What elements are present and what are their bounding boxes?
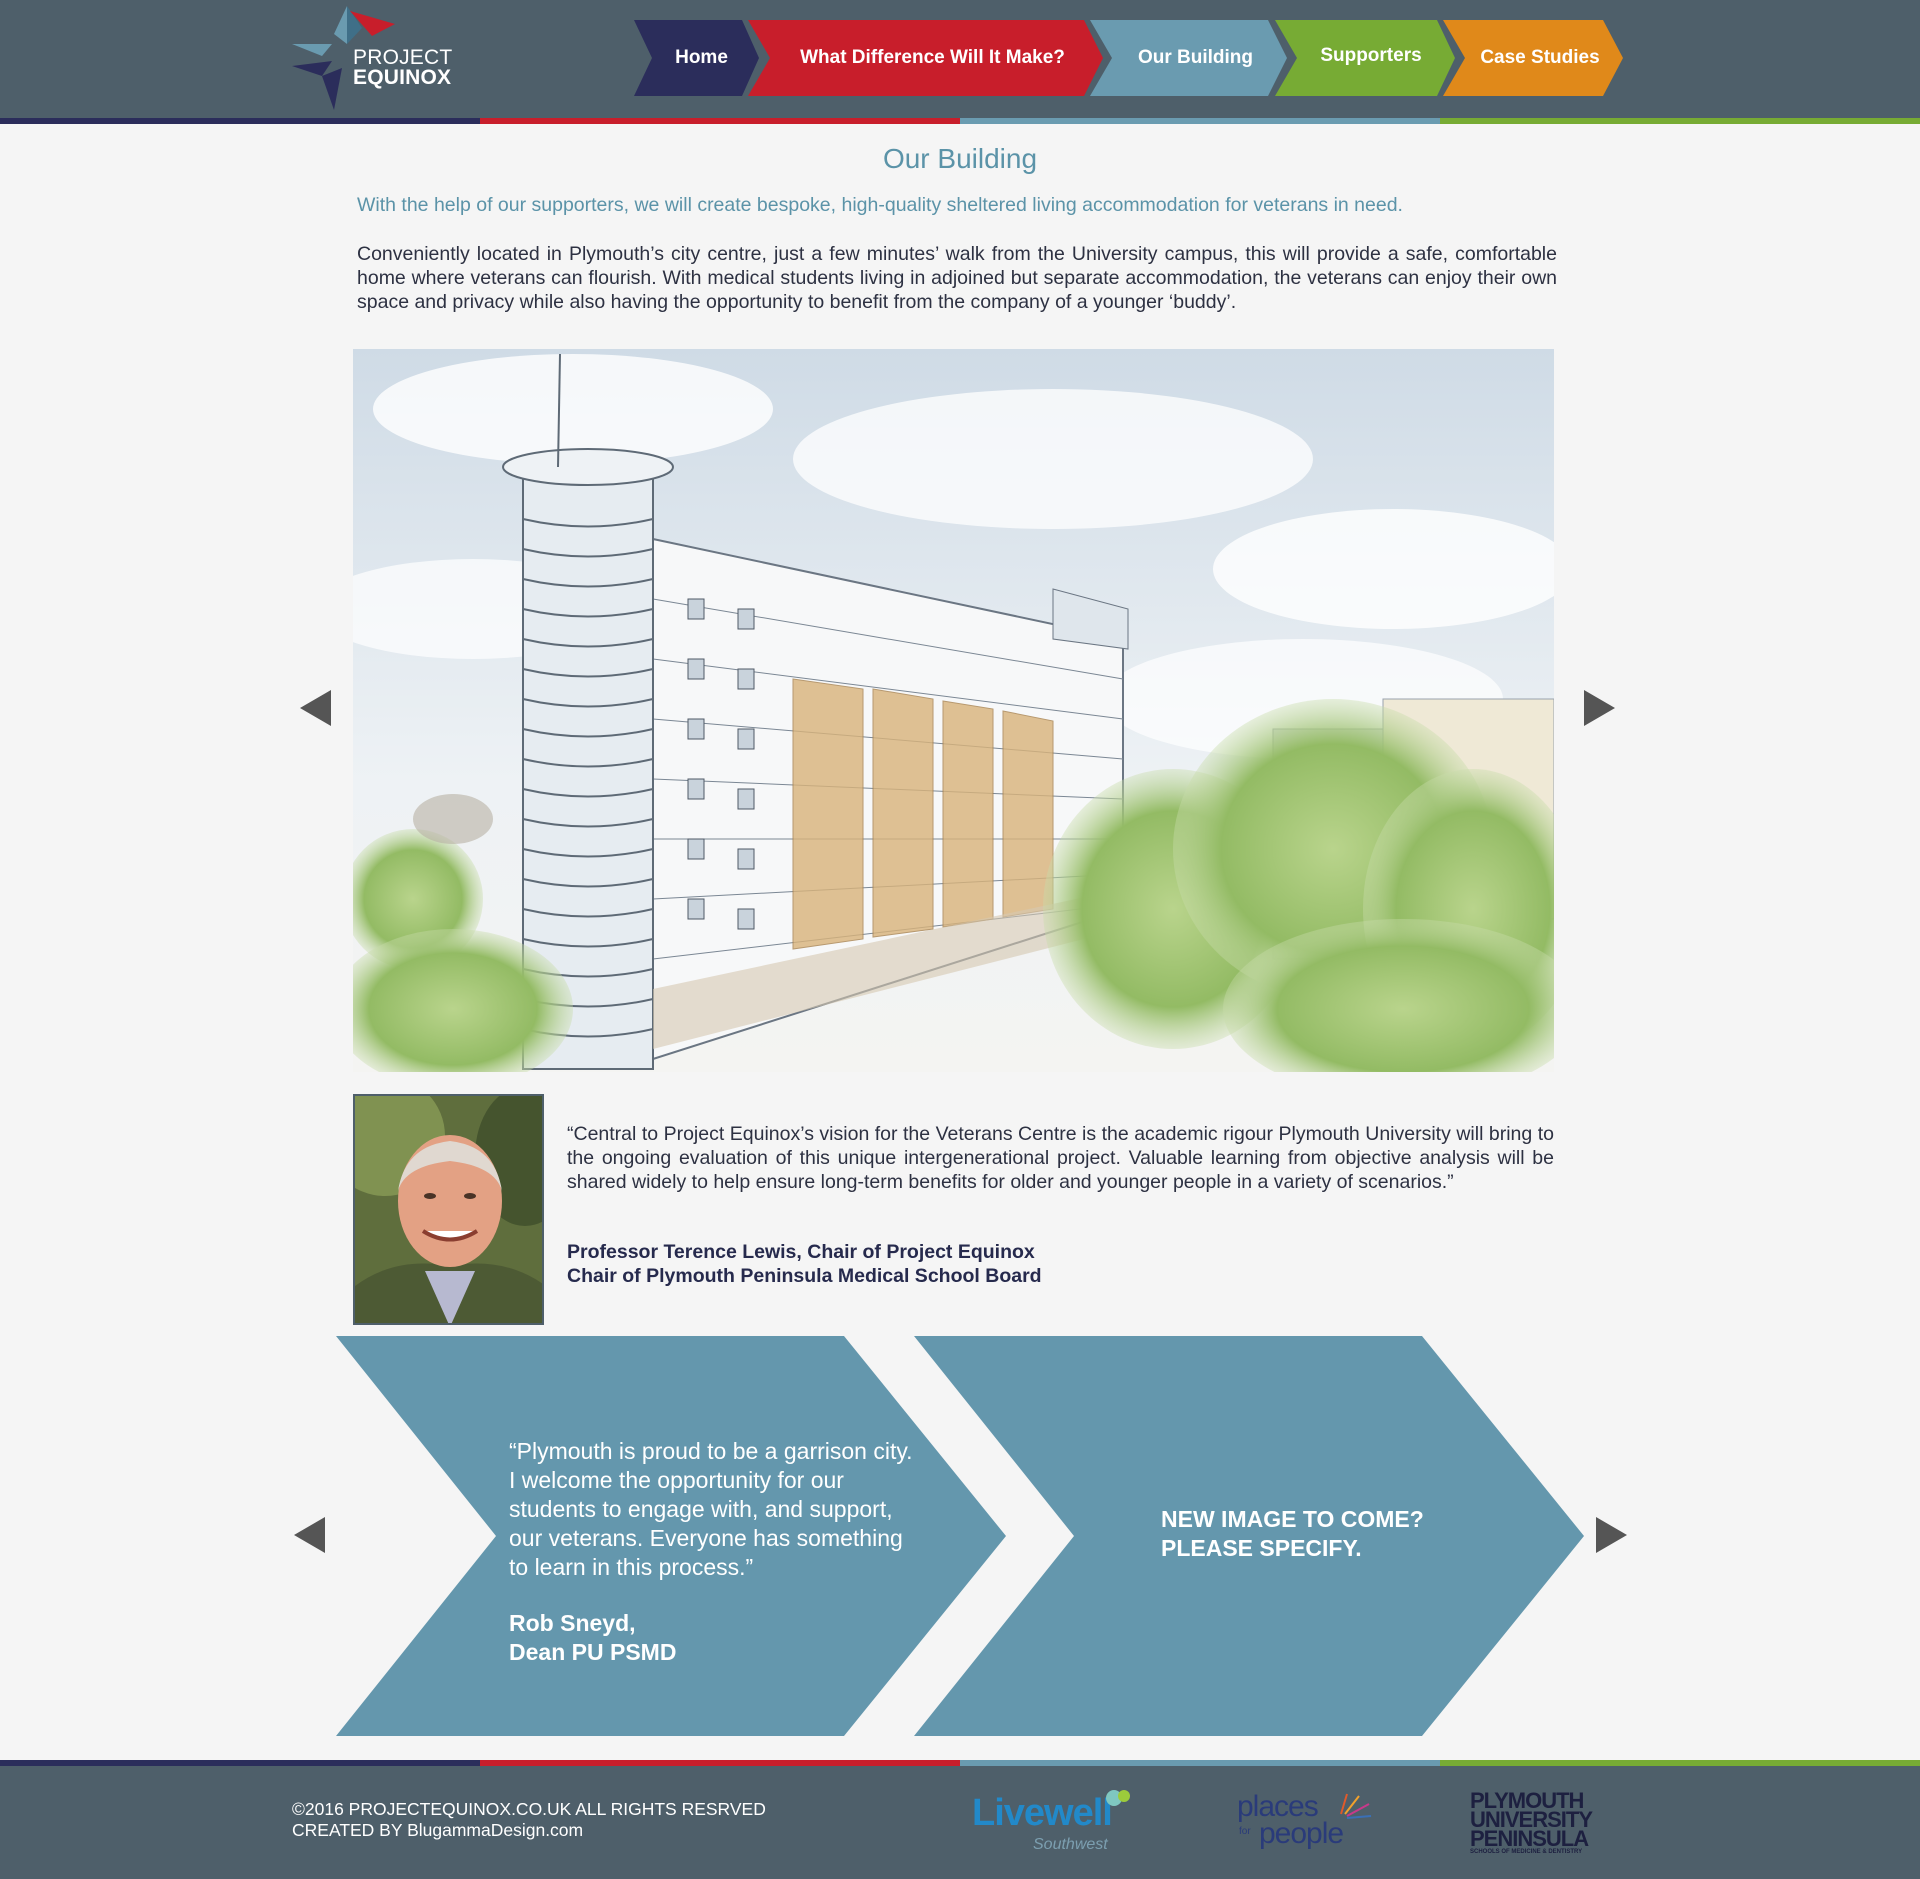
copyright-text: ©2016 PROJECTEQUINOX.CO.UK ALL RIGHTS RE… bbox=[292, 1799, 766, 1819]
logo-text: PROJECT EQUINOX bbox=[353, 46, 453, 89]
rob-sneyd-role: Dean PU PSMD bbox=[509, 1639, 677, 1665]
plymouth-university-peninsula-logo[interactable]: PLYMOUTH UNIVERSITY PENINSULA SCHOOLS OF… bbox=[1470, 1788, 1615, 1858]
logo-line-project: PROJECT bbox=[353, 46, 453, 69]
building-next-arrow-icon[interactable] bbox=[1584, 690, 1615, 726]
pu-line4: SCHOOLS OF MEDICINE & DENTISTRY bbox=[1470, 1849, 1583, 1855]
professor-role: Chair of Plymouth Peninsula Medical Scho… bbox=[567, 1265, 1042, 1287]
nav-our-building[interactable]: Our Building bbox=[1090, 20, 1287, 96]
nav-what-difference[interactable]: What Difference Will It Make? bbox=[748, 20, 1103, 96]
professor-quote: “Central to Project Equinox’s vision for… bbox=[567, 1123, 1554, 1193]
intro-paragraph: Conveniently located in Plymouth’s city … bbox=[357, 243, 1557, 313]
livewell-heart-icon bbox=[1106, 1790, 1130, 1806]
places-for-people-logo[interactable]: places for people bbox=[1237, 1790, 1377, 1860]
footer-copyright: ©2016 PROJECTEQUINOX.CO.UK ALL RIGHTS RE… bbox=[292, 1799, 766, 1841]
places-burst-icon bbox=[1340, 1793, 1372, 1819]
placeholder-text: NEW IMAGE TO COME? PLEASE SPECIFY. bbox=[1161, 1505, 1561, 1563]
page-title: Our Building bbox=[882, 143, 1038, 174]
nav-case-studies[interactable]: Case Studies bbox=[1443, 20, 1623, 96]
header-color-stripe bbox=[0, 118, 1920, 124]
site-footer bbox=[0, 1766, 1920, 1879]
rob-sneyd-name: Rob Sneyd, bbox=[509, 1610, 636, 1636]
nav-home[interactable]: Home bbox=[634, 20, 759, 96]
livewell-main-text: Livewell bbox=[972, 1792, 1113, 1834]
logo-line-equinox: EQUINOX bbox=[353, 66, 452, 89]
nav-home-label: Home bbox=[675, 47, 728, 68]
building-sketch-image bbox=[353, 349, 1554, 1072]
quotes-prev-arrow-icon[interactable] bbox=[294, 1517, 325, 1553]
placeholder-line2: PLEASE SPECIFY. bbox=[1161, 1535, 1362, 1561]
lead-text: With the help of our supporters, we will… bbox=[357, 194, 1403, 216]
places-for-text: for bbox=[1239, 1826, 1251, 1837]
site-header: PROJECT EQUINOX Home What Difference Wil… bbox=[0, 0, 1920, 118]
nav-what-difference-label: What Difference Will It Make? bbox=[800, 47, 1065, 68]
building-prev-arrow-icon[interactable] bbox=[300, 690, 331, 726]
professor-name: Professor Terence Lewis, Chair of Projec… bbox=[567, 1241, 1035, 1263]
professor-portrait-image bbox=[353, 1094, 544, 1325]
people-text: people bbox=[1259, 1817, 1344, 1850]
livewell-sub-text: Southwest bbox=[1033, 1836, 1108, 1853]
credit-link[interactable]: CREATED BY BlugammaDesign.com bbox=[292, 1820, 766, 1841]
rob-sneyd-quote: “Plymouth is proud to be a garrison city… bbox=[509, 1438, 913, 1580]
livewell-southwest-logo[interactable]: Livewell Southwest bbox=[972, 1788, 1142, 1858]
nav-case-studies-label: Case Studies bbox=[1480, 47, 1600, 68]
nav-supporters[interactable]: Supporters bbox=[1275, 20, 1455, 96]
professor-signature: Professor Terence Lewis, Chair of Projec… bbox=[567, 1240, 1042, 1288]
quotes-next-arrow-icon[interactable] bbox=[1596, 1517, 1627, 1553]
portrait-drawing bbox=[355, 1096, 542, 1323]
rob-sneyd-signature: Rob Sneyd, Dean PU PSMD bbox=[509, 1609, 909, 1667]
building-sketch-drawing bbox=[353, 349, 1554, 1072]
placeholder-line1: NEW IMAGE TO COME? bbox=[1161, 1506, 1424, 1532]
nav-our-building-label: Our Building bbox=[1137, 47, 1254, 68]
nav-supporters-label: Supporters bbox=[1320, 45, 1422, 66]
